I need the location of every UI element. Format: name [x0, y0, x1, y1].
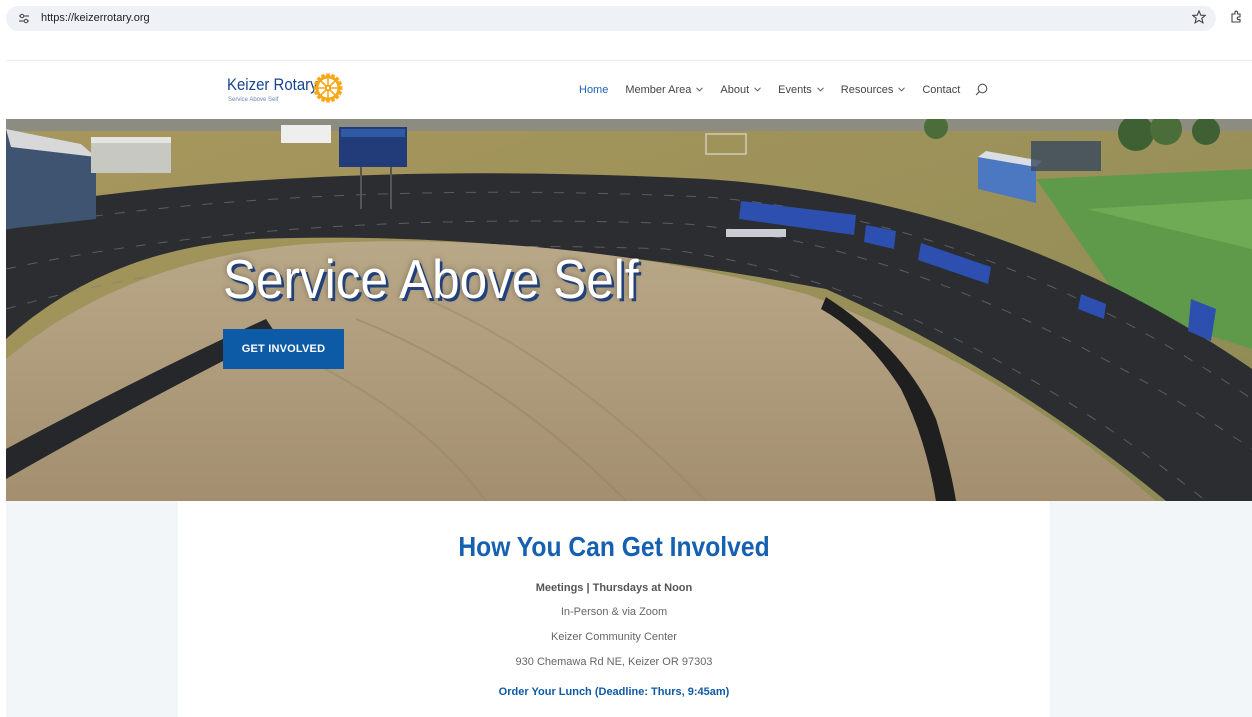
- nav-home-label[interactable]: Home: [579, 84, 608, 96]
- nav-resources-label[interactable]: Resources: [841, 84, 894, 96]
- meeting-time: Meetings | Thursdays at Noon: [535, 582, 693, 594]
- nav-member-area[interactable]: Member Area: [625, 84, 704, 96]
- search-icon[interactable]: [975, 83, 988, 96]
- rotary-wheel-icon: [313, 73, 343, 103]
- extensions-icon[interactable]: [1229, 10, 1243, 24]
- get-involved-button[interactable]: GET INVOLVED: [223, 329, 344, 369]
- nav-events-label[interactable]: Events: [778, 84, 812, 96]
- hero-heading: Service Above Self: [223, 248, 639, 310]
- section-title: How You Can Get Involved: [458, 531, 770, 562]
- nav-about-label[interactable]: About: [720, 84, 749, 96]
- chevron-down-icon[interactable]: [816, 87, 824, 92]
- address-bar[interactable]: https://keizerrotary.org: [6, 6, 1216, 31]
- hero-banner: Service Above Self GET INVOLVED: [6, 119, 1252, 501]
- logo-tagline: Service Above Self: [228, 97, 279, 103]
- nav-member-area-label[interactable]: Member Area: [625, 84, 691, 96]
- meeting-address: 930 Chemawa Rd NE, Keizer OR 97303: [515, 656, 713, 668]
- order-lunch-link[interactable]: Order Your Lunch (Deadline: Thurs, 9:45a…: [178, 686, 1050, 698]
- logo-title[interactable]: Keizer Rotary: [227, 75, 318, 95]
- chevron-down-icon[interactable]: [898, 87, 906, 92]
- nav-events[interactable]: Events: [778, 84, 824, 96]
- get-involved-section: How You Can Get Involved Meetings | Thur…: [6, 501, 1252, 717]
- nav-contact-label[interactable]: Contact: [922, 84, 960, 96]
- content-card: How You Can Get Involved Meetings | Thur…: [178, 501, 1050, 717]
- nav-about[interactable]: About: [720, 84, 761, 96]
- meeting-venue: Keizer Community Center: [551, 631, 677, 643]
- meeting-format: In-Person & via Zoom: [560, 606, 668, 618]
- nav-home[interactable]: Home: [579, 84, 608, 96]
- browser-toolbar: https://keizerrotary.org: [0, 0, 1252, 36]
- site-header: Keizer Rotary Service Above Self Home Me…: [6, 60, 1252, 119]
- url-text[interactable]: https://keizerrotary.org: [41, 12, 150, 24]
- chevron-down-icon[interactable]: [696, 87, 704, 92]
- chevron-down-icon[interactable]: [754, 87, 761, 92]
- nav-contact[interactable]: Contact: [922, 84, 960, 96]
- nav-resources[interactable]: Resources: [841, 84, 906, 96]
- site-info-icon[interactable]: [18, 13, 30, 24]
- bookmark-star-icon[interactable]: [1192, 10, 1206, 24]
- main-nav: Home Member Area About Events Resources …: [579, 83, 988, 96]
